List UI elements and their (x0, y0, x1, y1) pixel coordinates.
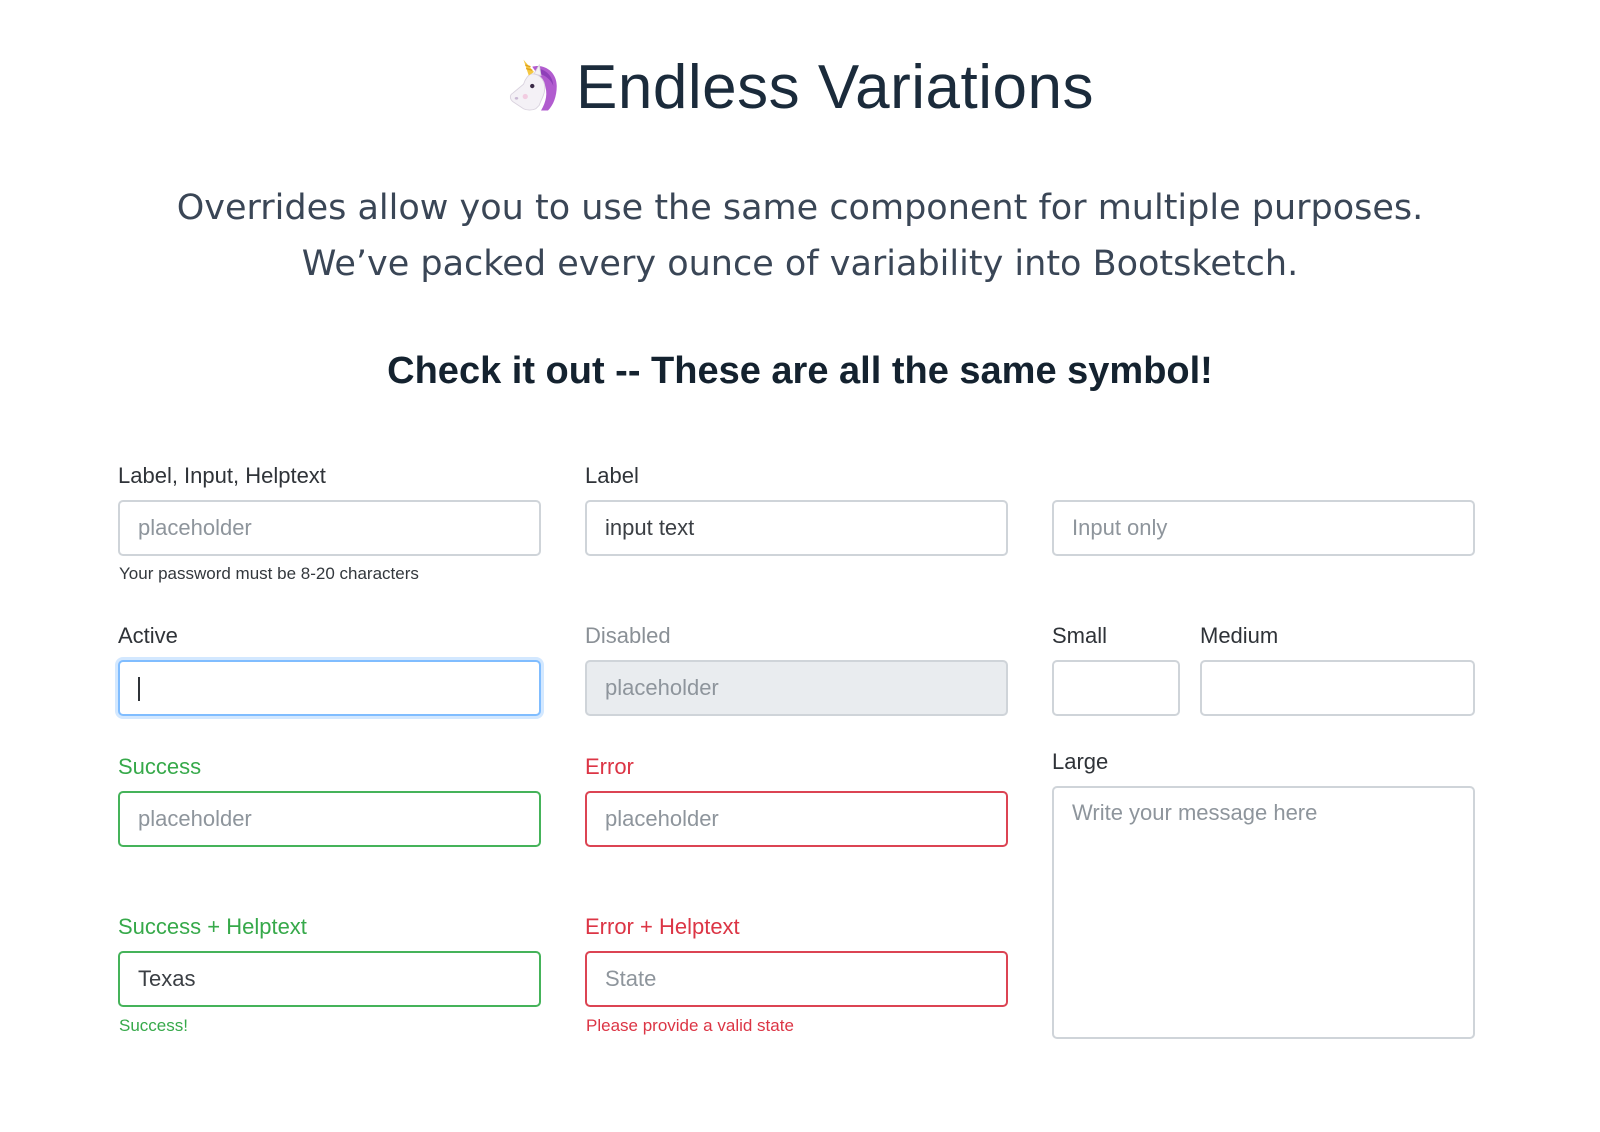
label-input-helptext-label: Label, Input, Helptext (118, 463, 326, 488)
error-helptext-input[interactable] (585, 951, 1008, 1007)
error-label: Error (585, 754, 634, 779)
success-helptext: Success! (119, 1016, 188, 1035)
page-title-text: Endless Variations (576, 53, 1094, 122)
error-helptext: Please provide a valid state (586, 1016, 794, 1035)
success-helptext-input[interactable] (118, 951, 541, 1007)
page-title: Endless Variations (0, 50, 1600, 126)
success-label: Success (118, 754, 202, 779)
label-input-helptext-input[interactable] (118, 500, 541, 556)
password-helptext: Your password must be 8-20 characters (119, 564, 419, 583)
medium-label: Medium (1200, 623, 1279, 648)
lead-paragraph: Overrides allow you to use the same comp… (176, 188, 1424, 284)
success-input[interactable] (118, 791, 541, 847)
label-only-input[interactable] (585, 500, 1008, 556)
disabled-label: Disabled (585, 623, 671, 648)
medium-input[interactable] (1200, 660, 1475, 716)
error-input[interactable] (585, 791, 1008, 847)
large-textarea[interactable] (1052, 786, 1475, 1039)
page: Endless Variations Overrides allow you t… (0, 0, 1600, 1132)
unicorn-icon (509, 59, 557, 111)
small-label: Small (1052, 623, 1108, 648)
success-helptext-label: Success + Helptext (118, 914, 307, 939)
label-only-label: Label (585, 463, 639, 488)
input-only-field[interactable] (1052, 500, 1475, 556)
large-label: Large (1052, 749, 1109, 774)
section-subhead: Check it out -- These are all the same s… (387, 350, 1213, 392)
error-helptext-label: Error + Helptext (585, 914, 740, 939)
disabled-input: placeholder (585, 660, 1008, 716)
text-caret (138, 677, 140, 702)
active-input[interactable] (118, 660, 541, 716)
small-input[interactable] (1052, 660, 1180, 716)
active-label: Active (118, 623, 178, 648)
